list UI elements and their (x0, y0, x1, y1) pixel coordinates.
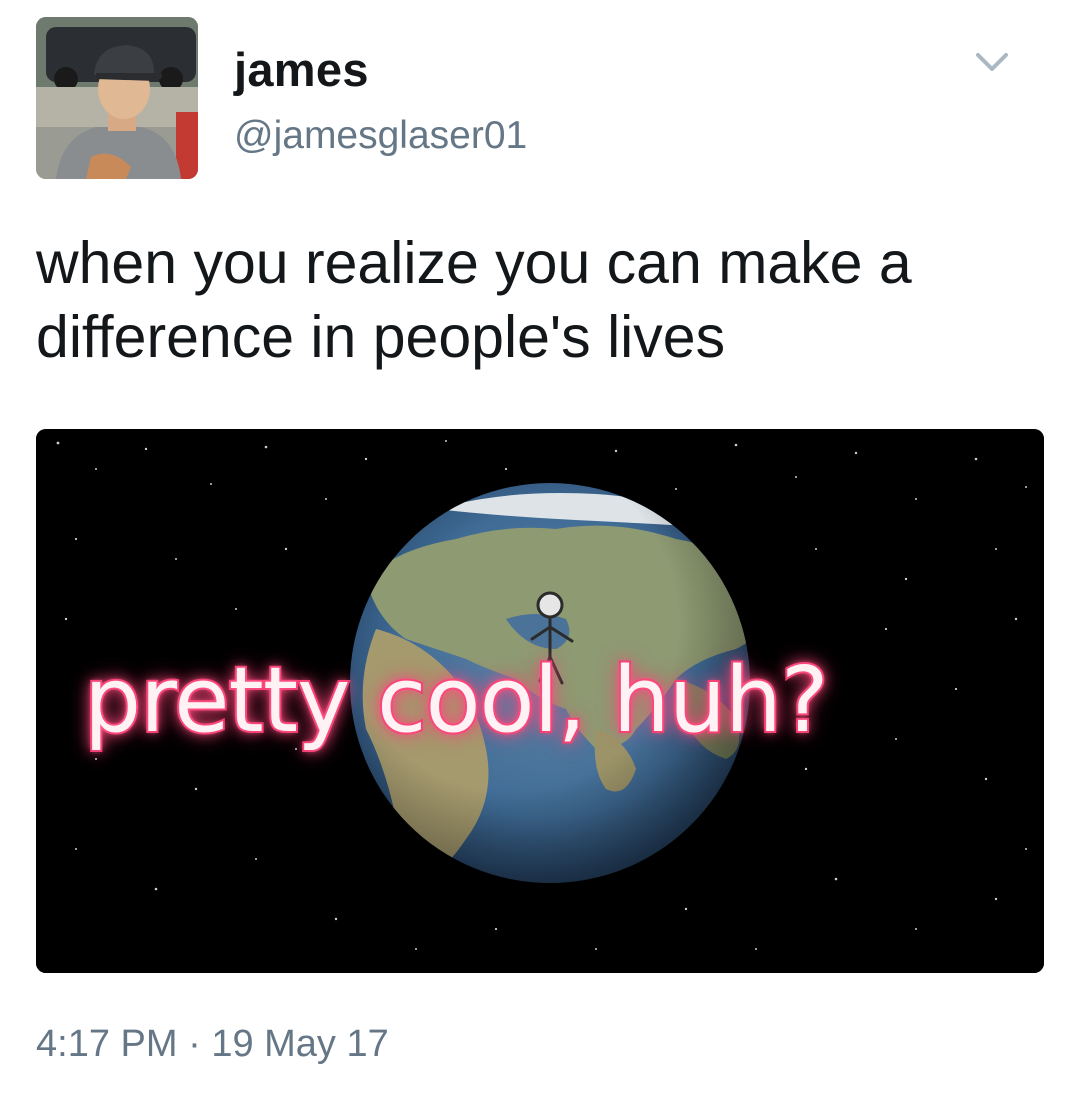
tweet-text: when you realize you can make a differen… (36, 226, 1046, 374)
user-handle[interactable]: @jamesglaser01 (234, 112, 527, 160)
timestamp-separator: · (188, 1023, 201, 1065)
avatar[interactable] (36, 17, 198, 179)
media-caption: pretty cool, huh? (82, 647, 831, 755)
tweet-date: 19 May 17 (211, 1023, 389, 1065)
display-name[interactable]: james (234, 42, 369, 98)
tweet-text-line-1: when you realize you can make a (36, 230, 912, 296)
tweet-timestamp[interactable]: 4:17 PM · 19 May 17 (36, 1020, 389, 1068)
tweet-text-line-2: difference in people's lives (36, 304, 726, 370)
tweet-time: 4:17 PM (36, 1023, 178, 1065)
chevron-down-icon[interactable] (972, 48, 1012, 76)
tweet-media-image[interactable]: pretty cool, huh? (36, 429, 1044, 973)
